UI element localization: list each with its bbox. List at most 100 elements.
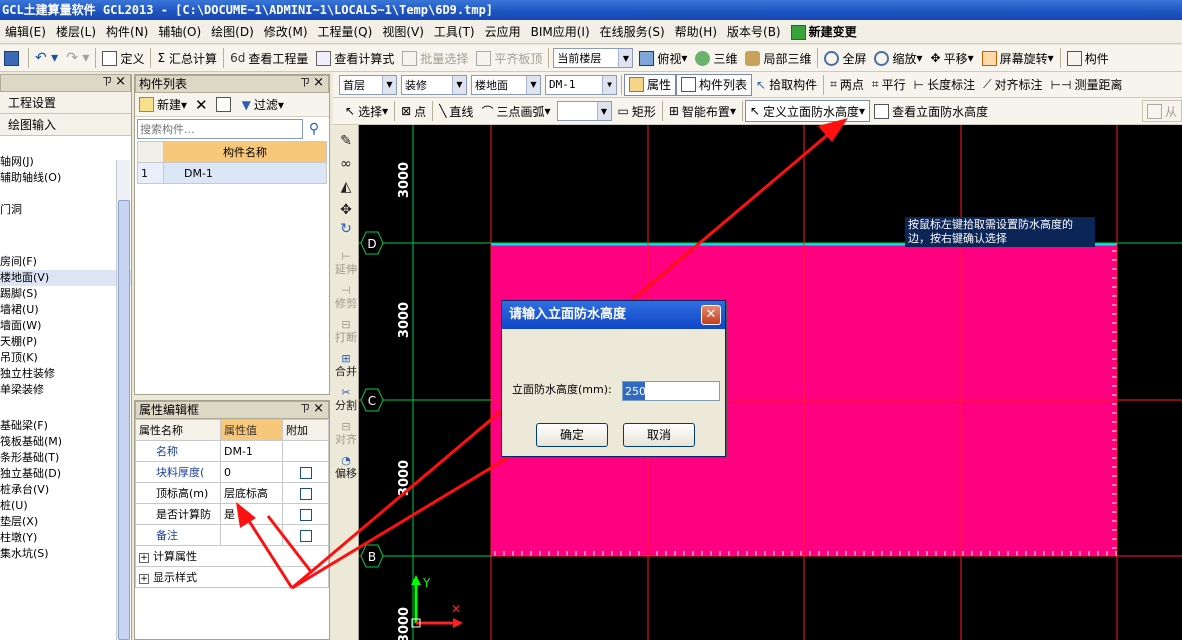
- tree-item[interactable]: 墙面(W): [0, 318, 131, 334]
- menu-item-aux-axis[interactable]: 辅轴(O): [153, 20, 206, 43]
- rect-button[interactable]: ▭ 矩形: [614, 100, 660, 122]
- expand-icon[interactable]: +: [139, 574, 149, 584]
- select-button[interactable]: ↖ 选择 ▾: [341, 100, 392, 122]
- redo-button[interactable]: ↷ ▾: [62, 47, 93, 69]
- pan-button[interactable]: ✥ 平移 ▾: [927, 47, 978, 69]
- pick-component-button[interactable]: ↖ 拾取构件: [752, 74, 821, 96]
- define-waterproof-height-button[interactable]: ↖ 定义立面防水高度 ▾: [744, 100, 871, 122]
- tree-item[interactable]: 桩(U): [0, 498, 131, 514]
- split-button[interactable]: ✂ 分割: [333, 386, 359, 412]
- drawing-canvas[interactable]: D C B 3000 3000 3000 3000 Y ✕: [359, 125, 1182, 640]
- menu-item-view[interactable]: 视图(V): [377, 20, 429, 43]
- nav-project-settings[interactable]: 工程设置: [0, 92, 131, 114]
- property-row[interactable]: 名称 DM-1: [135, 440, 329, 462]
- sum-calc-button[interactable]: Σ 汇总计算: [153, 47, 221, 69]
- menu-item-draw[interactable]: 绘图(D): [206, 20, 259, 43]
- align-dim-button[interactable]: ⟋ 对齐标注: [979, 74, 1046, 96]
- move-icon[interactable]: ✥: [333, 203, 359, 217]
- tree-item[interactable]: 房间(F): [0, 254, 131, 270]
- tree-item[interactable]: 桩承台(V): [0, 482, 131, 498]
- undo-button[interactable]: ↶ ▾: [31, 47, 62, 69]
- tree-item[interactable]: 辅助轴线(O): [0, 170, 131, 186]
- new-component-button[interactable]: 新建 ▾: [135, 94, 191, 116]
- close-icon[interactable]: ×: [115, 74, 126, 90]
- extend-button[interactable]: ⊢ 延伸: [333, 250, 359, 276]
- tree-item[interactable]: 基础梁(F): [0, 418, 131, 434]
- close-icon[interactable]: ×: [313, 401, 324, 417]
- property-row[interactable]: 块料厚度(0: [135, 461, 329, 483]
- menu-item-cloud[interactable]: 云应用: [480, 20, 526, 43]
- cancel-button[interactable]: 取消: [623, 423, 695, 447]
- axis-bubble-c[interactable]: C: [360, 388, 384, 412]
- tree-item[interactable]: 天棚(P): [0, 334, 131, 350]
- menu-item-online[interactable]: 在线服务(S): [595, 20, 670, 43]
- view-formula-button[interactable]: 查看计算式: [312, 47, 398, 69]
- local-3d-button[interactable]: 局部三维: [741, 47, 815, 69]
- three-d-button[interactable]: 三维: [691, 47, 741, 69]
- menu-item-tools[interactable]: 工具(T): [429, 20, 480, 43]
- mirror-icon[interactable]: ◭: [333, 180, 359, 194]
- batch-select-button[interactable]: 批量选择: [398, 47, 472, 69]
- length-dim-button[interactable]: ⊢ 长度标注: [910, 74, 979, 96]
- nav-drawing-input[interactable]: 绘图输入: [0, 114, 131, 136]
- trim-button[interactable]: ⊣ 修剪: [333, 284, 359, 310]
- menu-item-bim[interactable]: BIM应用(I): [526, 20, 595, 43]
- tree-item[interactable]: 轴网(J): [0, 154, 131, 170]
- navigator-scroll-thumb[interactable]: [118, 200, 130, 640]
- attach-checkbox[interactable]: [299, 508, 312, 521]
- floor-scope-select[interactable]: 当前楼层 ▼: [553, 48, 634, 68]
- arc-button[interactable]: ⌒ 三点画弧 ▾: [477, 100, 554, 122]
- axis-bubble-b[interactable]: B: [360, 544, 384, 568]
- menu-item-component[interactable]: 构件(N): [101, 20, 153, 43]
- delete-component-button[interactable]: ✕: [191, 94, 212, 116]
- pin-icon[interactable]: ㄗ: [102, 75, 112, 91]
- merge-button[interactable]: ⊞ 合并: [333, 352, 359, 378]
- tree-item[interactable]: 柱墩(Y): [0, 530, 131, 546]
- menu-item-help[interactable]: 帮助(H): [670, 20, 722, 43]
- menu-item-floor[interactable]: 楼层(L): [51, 20, 101, 43]
- top-view-button[interactable]: 俯视 ▾: [635, 47, 691, 69]
- point-button[interactable]: ⊠ 点: [397, 100, 430, 122]
- item-select[interactable]: DM-1 ▼: [545, 74, 617, 95]
- component-list-toggle[interactable]: 构件列表: [676, 73, 753, 96]
- menu-item-edit[interactable]: 编辑(E): [0, 20, 51, 43]
- navigator-scrollbar[interactable]: [116, 160, 130, 640]
- property-row[interactable]: 顶标高(m) 层底标高: [135, 482, 329, 504]
- measure-distance-button[interactable]: ⊢⊣ 测量距离: [1047, 74, 1127, 96]
- menu-item-new-change[interactable]: 新建变更: [786, 20, 862, 43]
- category-select[interactable]: 装修 ▼: [401, 74, 467, 95]
- property-group-row[interactable]: + 计算属性: [135, 545, 329, 567]
- property-row[interactable]: 备注: [135, 524, 329, 546]
- tree-item[interactable]: 集水坑(S): [0, 546, 131, 562]
- fullscreen-button[interactable]: 全屏: [820, 47, 870, 69]
- table-row[interactable]: 1 DM-1: [137, 162, 327, 184]
- tree-item[interactable]: 垫层(X): [0, 514, 131, 530]
- property-group-row[interactable]: + 显示样式: [135, 566, 329, 588]
- two-points-button[interactable]: ⌗ 两点: [826, 74, 868, 96]
- close-button[interactable]: ✕: [701, 305, 721, 325]
- expand-icon[interactable]: +: [139, 553, 149, 563]
- align-button[interactable]: ⊟ 对齐: [333, 420, 359, 446]
- view-waterproof-height-button[interactable]: 查看立面防水高度: [870, 100, 992, 122]
- break-button[interactable]: ⊟ 打断: [333, 318, 359, 344]
- offset-button[interactable]: ◔ 偏移: [333, 454, 359, 480]
- tree-item[interactable]: 独立柱装修: [0, 366, 131, 382]
- line-button[interactable]: ╲ 直线: [435, 100, 477, 122]
- tree-item[interactable]: 条形基础(T): [0, 450, 131, 466]
- floor-select[interactable]: 首层 ▼: [339, 74, 397, 95]
- parallel-button[interactable]: ⌗ 平行: [868, 74, 910, 96]
- menu-item-modify[interactable]: 修改(M): [259, 20, 313, 43]
- tree-item[interactable]: 墙裙(U): [0, 302, 131, 318]
- search-icon[interactable]: ⚲: [303, 121, 325, 137]
- save-button[interactable]: [0, 47, 26, 69]
- menu-item-version[interactable]: 版本号(B): [722, 20, 786, 43]
- attach-checkbox[interactable]: [299, 529, 312, 542]
- draw-mode-select[interactable]: ▼: [556, 101, 612, 121]
- brush-icon[interactable]: ✎: [333, 134, 359, 148]
- from-button[interactable]: 从: [1141, 100, 1182, 122]
- type-select[interactable]: 楼地面 ▼: [471, 74, 541, 95]
- close-icon[interactable]: ×: [313, 75, 324, 91]
- pin-icon[interactable]: ㄗ: [300, 402, 310, 418]
- ok-button[interactable]: 确定: [536, 423, 608, 447]
- axis-bubble-d[interactable]: D: [360, 231, 384, 255]
